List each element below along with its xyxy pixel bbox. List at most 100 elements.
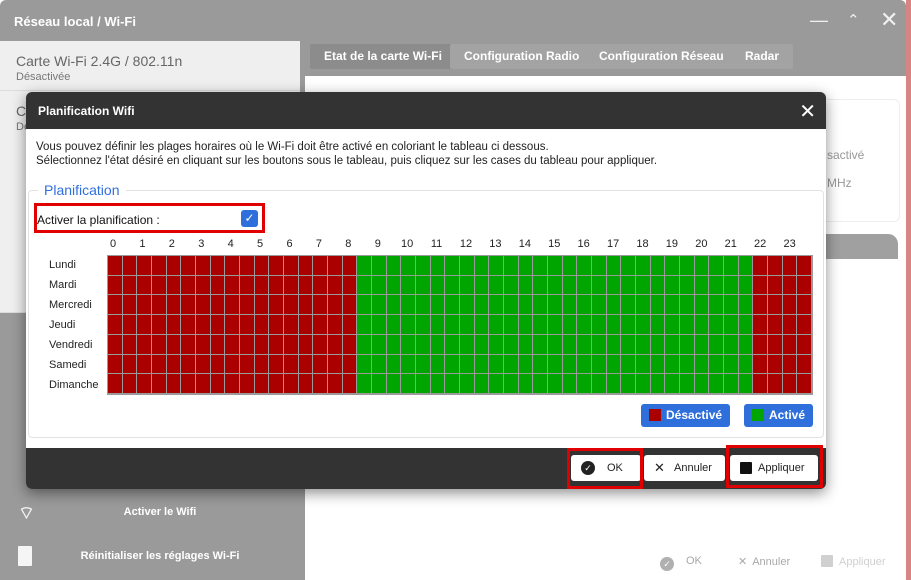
schedule-cell[interactable] (489, 334, 504, 355)
schedule-cell[interactable] (548, 295, 563, 316)
schedule-cell[interactable] (665, 275, 680, 296)
schedule-cell[interactable] (474, 275, 490, 296)
schedule-cell[interactable] (269, 295, 284, 316)
schedule-cell[interactable] (166, 374, 182, 394)
schedule-cell[interactable] (210, 256, 226, 276)
schedule-cell[interactable] (137, 295, 152, 316)
schedule-cell[interactable] (768, 374, 783, 394)
schedule-cell[interactable] (240, 295, 255, 316)
schedule-cell[interactable] (108, 275, 123, 296)
schedule-cell[interactable] (460, 256, 475, 276)
schedule-cell[interactable] (680, 315, 695, 335)
schedule-cell[interactable] (372, 256, 387, 276)
schedule-cell[interactable] (445, 275, 460, 296)
schedule-cell[interactable] (474, 256, 490, 276)
schedule-cell[interactable] (386, 374, 402, 394)
schedule-cell[interactable] (328, 374, 343, 394)
schedule-cell[interactable] (430, 315, 446, 335)
schedule-cell[interactable] (606, 354, 622, 375)
schedule-cell[interactable] (416, 354, 431, 375)
schedule-cell[interactable] (621, 275, 636, 296)
schedule-cell[interactable] (782, 334, 798, 355)
schedule-cell[interactable] (533, 295, 548, 316)
schedule-cell[interactable] (548, 354, 563, 375)
schedule-cell[interactable] (621, 354, 636, 375)
schedule-cell[interactable] (474, 315, 490, 335)
schedule-cell[interactable] (738, 256, 754, 276)
schedule-cell[interactable] (284, 334, 299, 355)
schedule-cell[interactable] (166, 315, 182, 335)
schedule-cell[interactable] (577, 354, 592, 375)
schedule-cell[interactable] (254, 256, 270, 276)
schedule-cell[interactable] (152, 374, 167, 394)
schedule-cell[interactable] (342, 295, 358, 316)
schedule-cell[interactable] (724, 315, 739, 335)
schedule-cell[interactable] (797, 275, 812, 296)
set-enabled-button[interactable]: Activé (744, 404, 814, 427)
schedule-cell[interactable] (460, 315, 475, 335)
schedule-cell[interactable] (386, 256, 402, 276)
schedule-cell[interactable] (650, 256, 666, 276)
schedule-cell[interactable] (122, 315, 138, 335)
schedule-cell[interactable] (577, 374, 592, 394)
schedule-cell[interactable] (577, 295, 592, 316)
schedule-cell[interactable] (489, 374, 504, 394)
schedule-cell[interactable] (284, 295, 299, 316)
schedule-cell[interactable] (709, 295, 724, 316)
schedule-cell[interactable] (694, 275, 710, 296)
schedule-cell[interactable] (621, 334, 636, 355)
schedule-cell[interactable] (254, 334, 270, 355)
schedule-cell[interactable] (782, 354, 798, 375)
schedule-cell[interactable] (254, 374, 270, 394)
schedule-cell[interactable] (665, 354, 680, 375)
schedule-cell[interactable] (372, 295, 387, 316)
schedule-cell[interactable] (504, 374, 519, 394)
schedule-cell[interactable] (445, 354, 460, 375)
schedule-cell[interactable] (122, 354, 138, 375)
schedule-cell[interactable] (108, 295, 123, 316)
schedule-cell[interactable] (254, 354, 270, 375)
schedule-cell[interactable] (225, 354, 240, 375)
schedule-cell[interactable] (650, 354, 666, 375)
schedule-cell[interactable] (782, 275, 798, 296)
schedule-cell[interactable] (709, 256, 724, 276)
schedule-cell[interactable] (313, 256, 328, 276)
minimize-icon[interactable]: — (810, 10, 828, 31)
schedule-cell[interactable] (210, 374, 226, 394)
schedule-cell[interactable] (504, 295, 519, 316)
schedule-cell[interactable] (768, 256, 783, 276)
schedule-cell[interactable] (445, 256, 460, 276)
schedule-cell[interactable] (122, 334, 138, 355)
schedule-cell[interactable] (284, 354, 299, 375)
schedule-cell[interactable] (342, 374, 358, 394)
schedule-cell[interactable] (137, 275, 152, 296)
schedule-cell[interactable] (225, 295, 240, 316)
schedule-cell[interactable] (328, 295, 343, 316)
schedule-cell[interactable] (797, 334, 812, 355)
schedule-cell[interactable] (240, 256, 255, 276)
schedule-cell[interactable] (592, 275, 607, 296)
schedule-cell[interactable] (533, 334, 548, 355)
schedule-cell[interactable] (210, 334, 226, 355)
schedule-cell[interactable] (548, 315, 563, 335)
schedule-cell[interactable] (445, 334, 460, 355)
schedule-cell[interactable] (284, 315, 299, 335)
schedule-cell[interactable] (650, 315, 666, 335)
schedule-cell[interactable] (298, 334, 314, 355)
schedule-cell[interactable] (680, 374, 695, 394)
schedule-cell[interactable] (210, 315, 226, 335)
schedule-cell[interactable] (592, 354, 607, 375)
schedule-cell[interactable] (401, 256, 416, 276)
schedule-cell[interactable] (401, 295, 416, 316)
schedule-cell[interactable] (504, 315, 519, 335)
schedule-cell[interactable] (313, 334, 328, 355)
schedule-cell[interactable] (386, 334, 402, 355)
schedule-cell[interactable] (489, 256, 504, 276)
schedule-cell[interactable] (606, 256, 622, 276)
schedule-cell[interactable] (489, 275, 504, 296)
schedule-cell[interactable] (504, 334, 519, 355)
tab-radio-config[interactable]: Configuration Radio (450, 44, 594, 69)
schedule-cell[interactable] (650, 334, 666, 355)
schedule-cell[interactable] (401, 275, 416, 296)
schedule-cell[interactable] (357, 315, 372, 335)
